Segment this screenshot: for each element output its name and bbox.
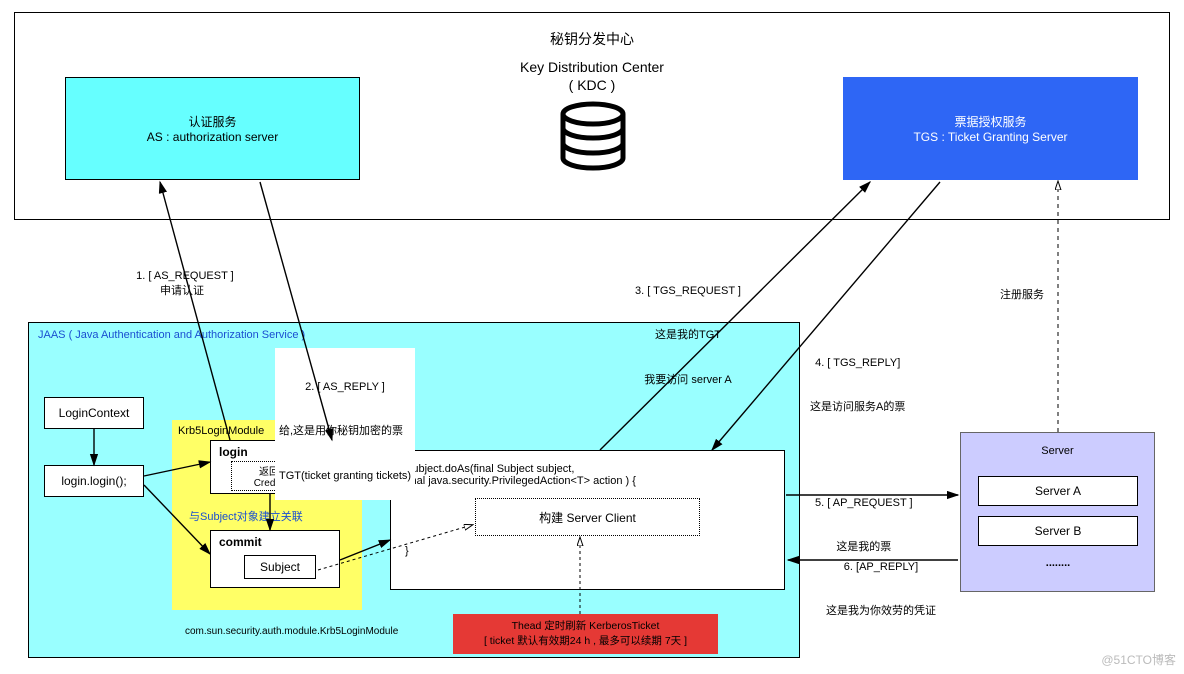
commit-box-label: commit bbox=[219, 535, 331, 549]
doas-inner-label: 构建 Server Client bbox=[539, 509, 636, 526]
doas-line1: Subject.doAs(final Subject subject, bbox=[405, 463, 770, 475]
doas-close: } bbox=[405, 545, 770, 557]
krb5-module-label: Krb5LoginModule bbox=[178, 424, 264, 439]
doas-inner-box: 构建 Server Client bbox=[475, 498, 700, 536]
server-b-box: Server B bbox=[978, 516, 1138, 546]
step3c: 我要访问 server A bbox=[635, 373, 741, 388]
login-call-box: login.login(); bbox=[44, 465, 144, 497]
step3a: 3. [ TGS_REQUEST ] bbox=[635, 284, 741, 299]
step2a: 2. [ AS_REPLY ] bbox=[279, 380, 411, 395]
step6b: 这是我为你效劳的凭证 bbox=[826, 604, 936, 619]
server-title: Server bbox=[960, 444, 1155, 459]
step3: 3. [ TGS_REQUEST ] 这是我的TGT 我要访问 server A bbox=[635, 254, 741, 402]
step1a: 1. [ AS_REQUEST ] bbox=[136, 270, 234, 282]
server-a-label: Server A bbox=[1035, 484, 1081, 498]
step5a: 5. [ AP_REQUEST ] bbox=[815, 496, 913, 511]
thread-note-2: [ ticket 默认有效期24 h , 最多可以续期 7天 ] bbox=[484, 634, 687, 649]
thread-note-1: Thead 定时刷新 KerberosTicket bbox=[512, 619, 660, 634]
subject-box: Subject bbox=[244, 555, 316, 579]
server-dots: ........ bbox=[978, 556, 1138, 571]
tgs-title-en: TGS : Ticket Granting Server bbox=[913, 130, 1067, 144]
as-title-en: AS : authorization server bbox=[147, 130, 278, 144]
login-context-box: LoginContext bbox=[44, 397, 144, 429]
jaas-title: JAAS ( Java Authentication and Authoriza… bbox=[38, 328, 305, 343]
server-a-box: Server A bbox=[978, 476, 1138, 506]
thread-note-box: Thead 定时刷新 KerberosTicket [ ticket 默认有效期… bbox=[453, 614, 718, 654]
step6a: 6. [AP_REPLY] bbox=[826, 560, 936, 575]
kdc-title-cn: 秘钥分发中心 bbox=[0, 30, 1184, 49]
register-label: 注册服务 bbox=[1000, 288, 1044, 303]
step4: 4. [ TGS_REPLY] 这是访问服务A的票 bbox=[810, 326, 905, 430]
server-b-label: Server B bbox=[1035, 524, 1082, 538]
tgs-box: 票据授权服务 TGS : Ticket Granting Server bbox=[843, 77, 1138, 180]
step2c: TGT(ticket granting tickets) bbox=[279, 469, 411, 484]
kdc-title-en: Key Distribution Center bbox=[0, 58, 1184, 77]
login-context-label: LoginContext bbox=[59, 406, 130, 420]
step2b: 给,这是用你秘钥加密的票 bbox=[279, 424, 411, 439]
step1: 1. [ AS_REQUEST ] bbox=[130, 254, 234, 284]
step4b: 这是访问服务A的票 bbox=[810, 400, 905, 415]
login-call-label: login.login(); bbox=[61, 474, 126, 488]
database-icon bbox=[553, 100, 633, 180]
watermark: @51CTO博客 bbox=[1101, 651, 1176, 668]
as-title-cn: 认证服务 bbox=[188, 113, 236, 130]
tgs-title-cn: 票据授权服务 bbox=[954, 113, 1026, 130]
step6: 6. [AP_REPLY] 这是我为你效劳的凭证 bbox=[826, 530, 936, 634]
assoc-label: 与Subject对象建立关联 bbox=[189, 510, 303, 525]
module-path: com.sun.security.auth.module.Krb5LoginMo… bbox=[185, 625, 398, 639]
as-box: 认证服务 AS : authorization server bbox=[65, 77, 360, 180]
step1b: 申请认证 bbox=[160, 284, 204, 299]
step4a: 4. [ TGS_REPLY] bbox=[810, 356, 905, 371]
step3b: 这是我的TGT bbox=[635, 328, 741, 343]
step2: 2. [ AS_REPLY ] 给,这是用你秘钥加密的票 TGT(ticket … bbox=[275, 348, 415, 500]
subject-box-label: Subject bbox=[260, 560, 300, 574]
doas-line2: final java.security.PrivilegedAction<T> … bbox=[405, 475, 770, 487]
